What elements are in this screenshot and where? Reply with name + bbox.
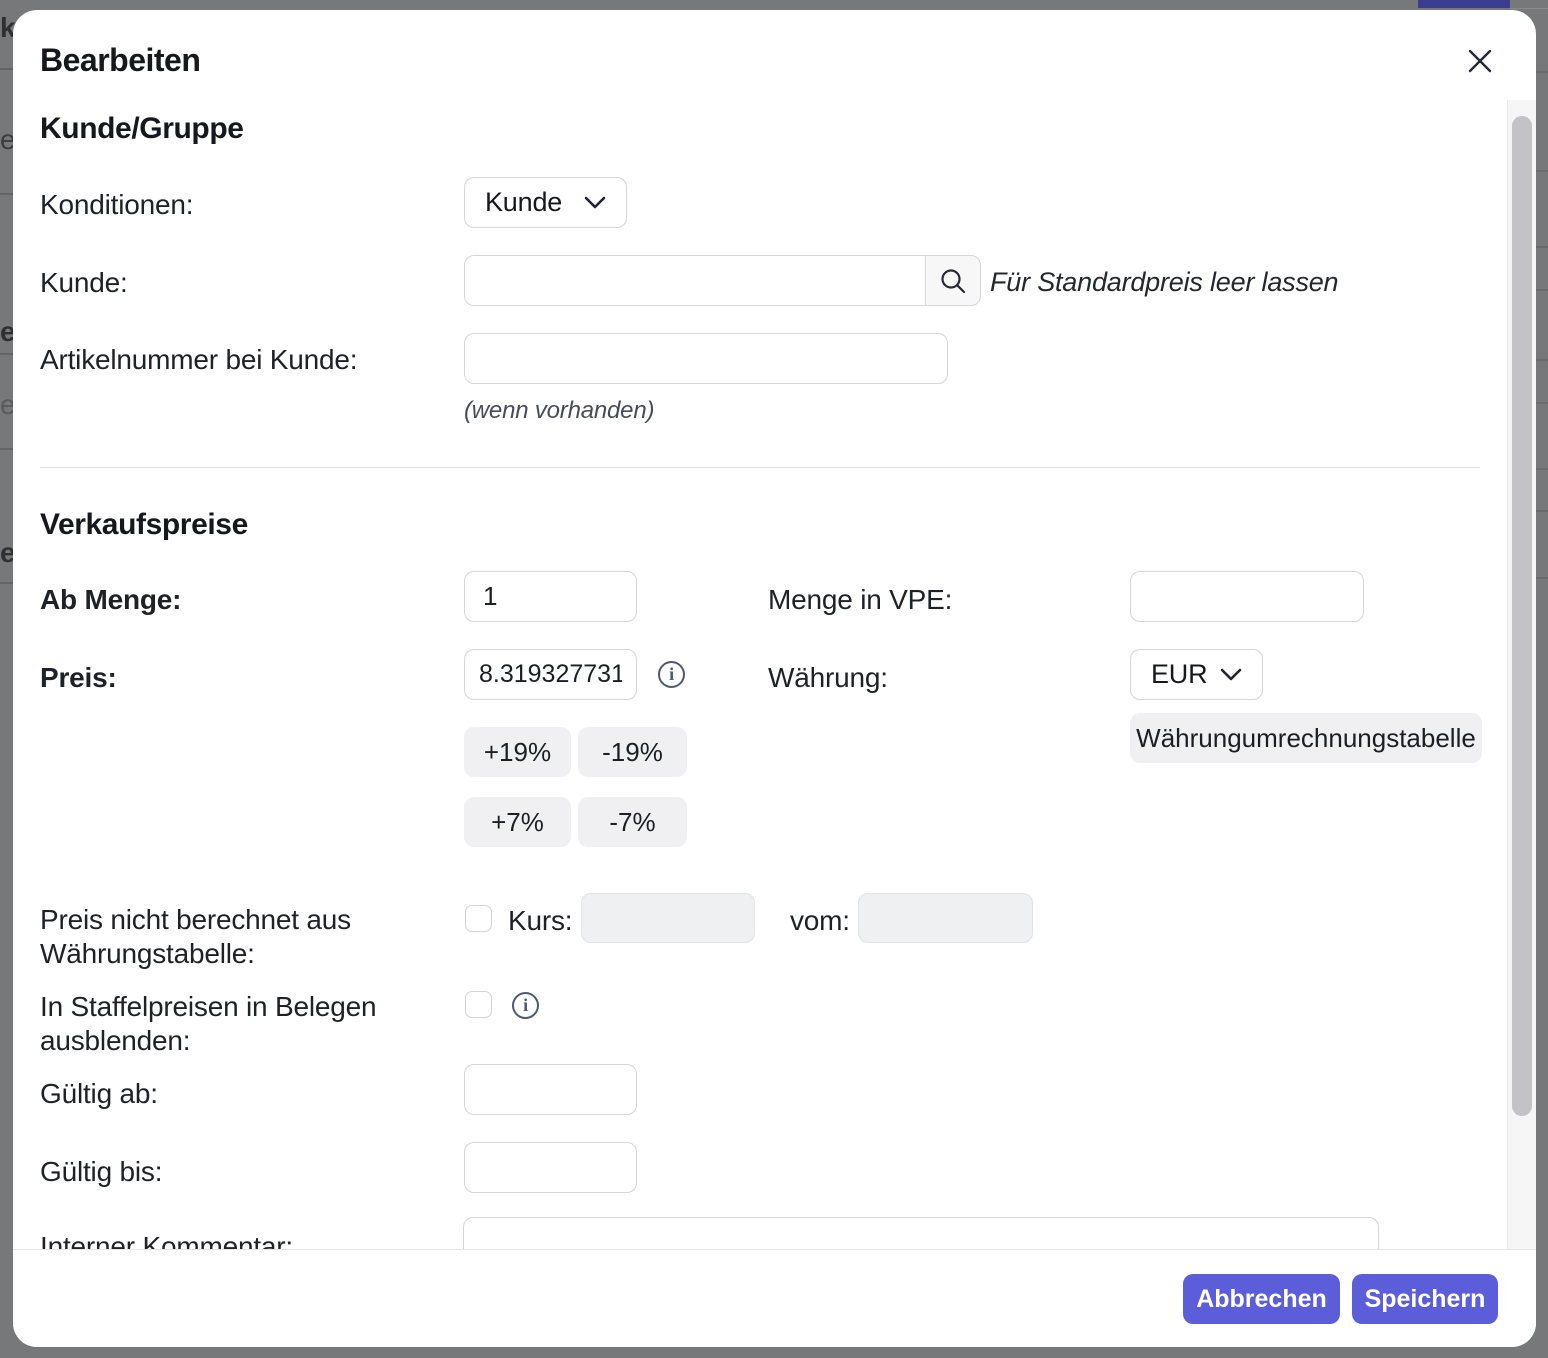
menge-vpe-label: Menge in VPE: xyxy=(768,583,952,617)
konditionen-select[interactable]: Kunde xyxy=(464,177,627,228)
kurs-label: Kurs: xyxy=(508,904,572,938)
scrollbar-track[interactable] xyxy=(1507,100,1536,1249)
ab-menge-label: Ab Menge: xyxy=(40,583,181,617)
background-row-line xyxy=(1536,170,1548,172)
background-row-line xyxy=(1536,402,1548,404)
kurs-checkbox[interactable] xyxy=(465,905,492,932)
kunde-search-group xyxy=(464,255,981,306)
cancel-button[interactable]: Abbrechen xyxy=(1183,1274,1340,1324)
waehrung-select[interactable]: EUR xyxy=(1130,649,1263,700)
gueltig-bis-label: Gültig bis: xyxy=(40,1155,162,1189)
section-heading-verkaufspreise: Verkaufspreise xyxy=(40,508,248,542)
staffel-info-icon[interactable]: i xyxy=(512,992,539,1019)
background-row-line xyxy=(0,193,13,195)
dialog-footer: Abbrechen Speichern xyxy=(13,1249,1536,1347)
background-row-line xyxy=(0,68,13,70)
menge-vpe-input[interactable] xyxy=(1130,571,1364,622)
scrollbar-thumb[interactable] xyxy=(1512,116,1532,1116)
preis-input[interactable] xyxy=(464,649,637,700)
background-row-line xyxy=(0,582,13,584)
background-accent-bar xyxy=(1418,0,1510,8)
background-divider xyxy=(1510,8,1548,9)
gueltig-ab-input[interactable] xyxy=(464,1064,637,1115)
konditionen-label: Konditionen: xyxy=(40,188,193,222)
waehrungsumrechnungstabelle-button[interactable]: Währungumrechnungstabelle xyxy=(1130,713,1482,763)
chevron-down-icon xyxy=(584,196,606,209)
konditionen-selected-value: Kunde xyxy=(485,187,562,218)
ab-menge-input[interactable] xyxy=(464,571,637,622)
kunde-search-button[interactable] xyxy=(925,255,981,306)
background-row-line xyxy=(1536,289,1548,291)
kunde-input[interactable] xyxy=(464,255,925,306)
section-heading-kunde-gruppe: Kunde/Gruppe xyxy=(40,112,244,146)
close-button[interactable] xyxy=(1461,42,1499,80)
vom-label: vom: xyxy=(790,904,850,938)
edit-dialog: Bearbeiten Kunde/Gruppe Konditionen: Kun… xyxy=(13,10,1536,1347)
background-row-line xyxy=(0,353,13,355)
waehrung-selected-value: EUR xyxy=(1151,659,1207,690)
kurs-row-label: Preis nicht berechnet aus Währungstabell… xyxy=(40,903,351,971)
staffel-row-label-line1: In Staffelpreisen in Belegen xyxy=(40,991,376,1022)
preis-label: Preis: xyxy=(40,661,117,695)
artikelnummer-label: Artikelnummer bei Kunde: xyxy=(40,343,357,377)
staffel-row-label: In Staffelpreisen in Belegen ausblenden: xyxy=(40,990,376,1058)
vom-input[interactable] xyxy=(858,893,1033,943)
minus-19-percent-button[interactable]: -19% xyxy=(578,727,687,777)
plus-7-percent-button[interactable]: +7% xyxy=(464,797,571,847)
gueltig-bis-input[interactable] xyxy=(464,1142,637,1193)
kurs-input[interactable] xyxy=(581,893,755,943)
kurs-row-label-line1: Preis nicht berechnet aus xyxy=(40,904,351,935)
preis-info-icon[interactable]: i xyxy=(658,661,685,688)
section-divider xyxy=(40,467,1480,468)
gueltig-ab-label: Gültig ab: xyxy=(40,1077,158,1111)
close-icon xyxy=(1465,46,1495,76)
waehrung-label: Währung: xyxy=(768,661,888,695)
artikelnummer-input[interactable] xyxy=(464,333,948,384)
plus-19-percent-button[interactable]: +19% xyxy=(464,727,571,777)
background-row-line xyxy=(1536,577,1548,579)
background-row-line xyxy=(1536,468,1548,470)
staffel-row-label-line2: ausblenden: xyxy=(40,1025,190,1056)
kurs-row-label-line2: Währungstabelle: xyxy=(40,938,255,969)
kunde-label: Kunde: xyxy=(40,266,128,300)
chevron-down-icon xyxy=(1220,668,1242,681)
dialog-title: Bearbeiten xyxy=(40,42,200,79)
kunde-hint-text: Für Standardpreis leer lassen xyxy=(990,267,1338,298)
save-button[interactable]: Speichern xyxy=(1352,1274,1498,1324)
staffel-checkbox[interactable] xyxy=(465,991,492,1018)
background-row-line xyxy=(1536,71,1548,73)
background-row-line xyxy=(1536,510,1548,512)
artikelnummer-hint-text: (wenn vorhanden) xyxy=(464,397,654,425)
minus-7-percent-button[interactable]: -7% xyxy=(578,797,687,847)
background-row-line xyxy=(1536,359,1548,361)
background-row-line xyxy=(1536,246,1548,248)
background-row-line xyxy=(0,448,13,450)
search-icon xyxy=(938,266,968,296)
